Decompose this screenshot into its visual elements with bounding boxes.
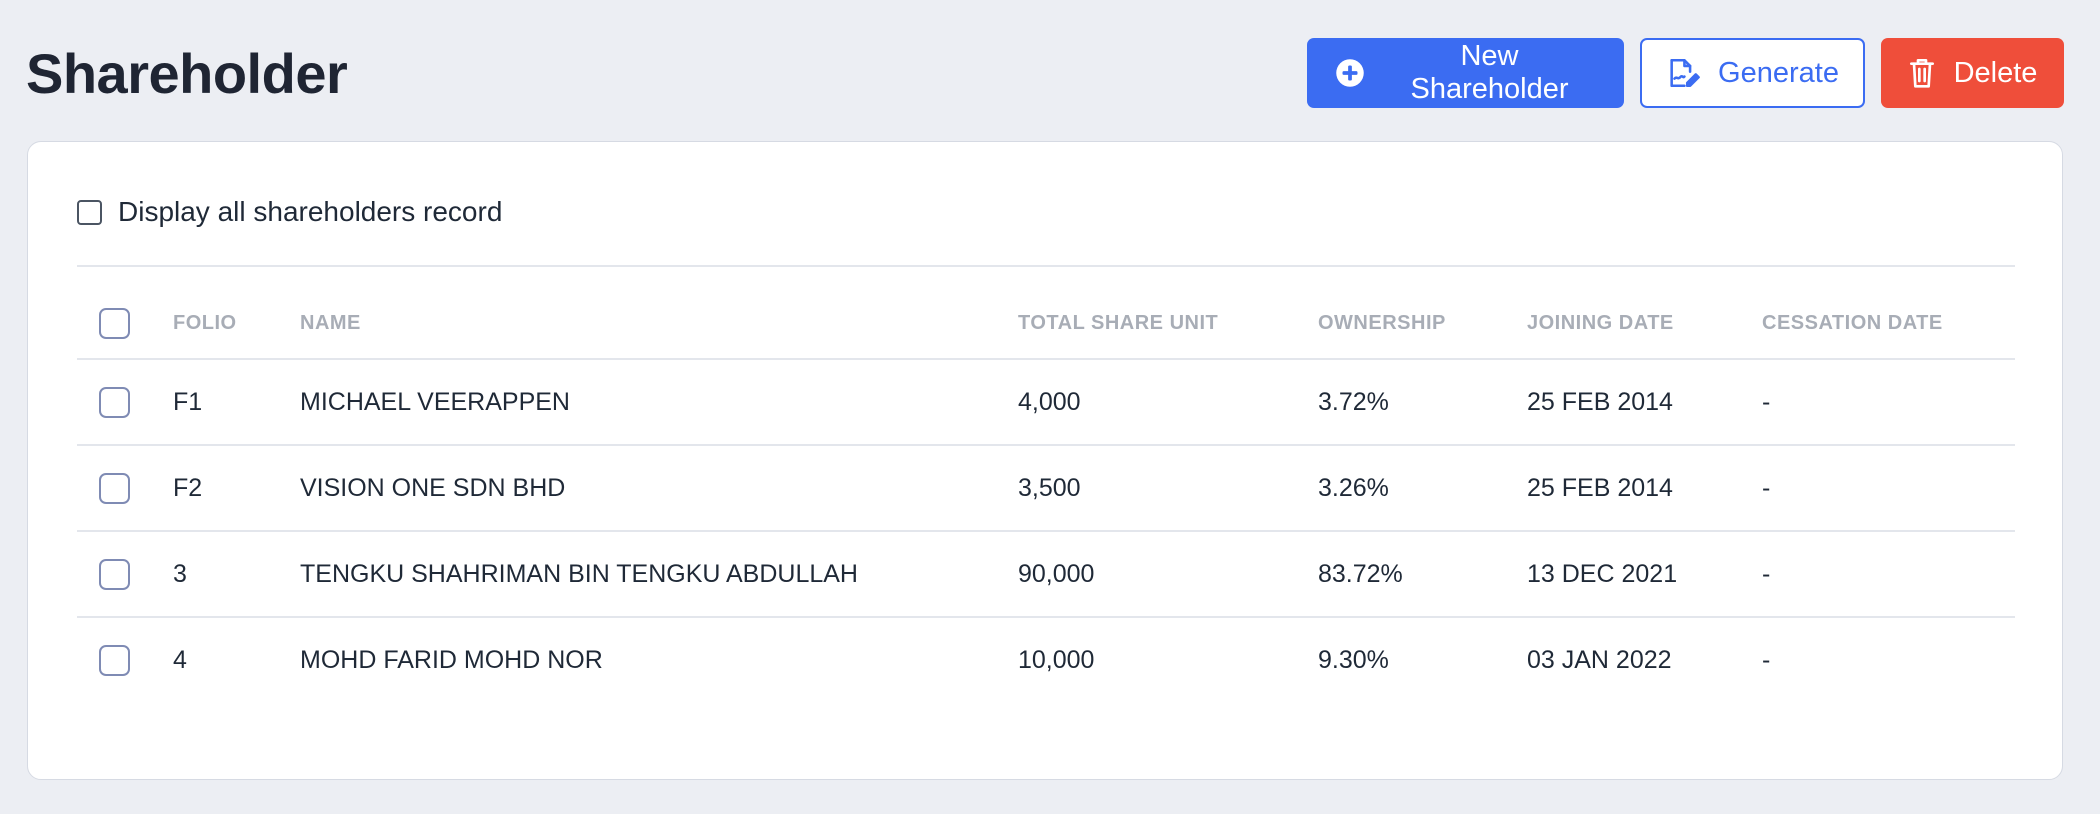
name-cell: TENGKU SHAHRIMAN BIN TENGKU ABDULLAH bbox=[300, 531, 1018, 618]
row-checkbox[interactable] bbox=[99, 386, 130, 418]
display-all-checkbox[interactable] bbox=[77, 199, 102, 225]
folio-cell: 4 bbox=[173, 646, 187, 674]
trash-icon bbox=[1908, 57, 1936, 89]
generate-button[interactable]: Generate bbox=[1640, 38, 1865, 108]
generate-label: Generate bbox=[1718, 56, 1839, 89]
joining-date-cell: 25 FEB 2014 bbox=[1527, 445, 1762, 532]
row-select-cell bbox=[77, 531, 173, 618]
document-edit-icon bbox=[1666, 56, 1700, 90]
ownership-cell: 9.30% bbox=[1318, 646, 1389, 674]
column-header-cessation-date[interactable]: CESSATION DATE bbox=[1762, 267, 2015, 360]
page-title: Shareholder bbox=[26, 42, 348, 105]
joining-date-cell: 03 JAN 2022 bbox=[1527, 646, 1672, 674]
ownership-cell: 3.26% bbox=[1318, 445, 1527, 532]
total-share-unit-cell: 90,000 bbox=[1018, 531, 1318, 618]
joining-date-cell: 13 DEC 2021 bbox=[1527, 531, 1762, 618]
column-header-ownership[interactable]: OWNERSHIP bbox=[1318, 267, 1527, 360]
folio-cell: F2 bbox=[173, 445, 300, 532]
table-header-row: FOLIO NAME TOTAL SHARE UNIT OWNERSHIP JO… bbox=[77, 267, 2015, 360]
select-all-cell bbox=[77, 267, 173, 360]
total-share-unit-cell: 3,500 bbox=[1018, 445, 1318, 532]
column-header-joining-date[interactable]: JOINING DATE bbox=[1527, 267, 1762, 360]
row-select-cell bbox=[77, 359, 173, 446]
name-cell: VISION ONE SDN BHD bbox=[300, 445, 1018, 532]
shareholder-card: Display all shareholders record FOLIO NA… bbox=[27, 141, 2063, 780]
display-all-toggle[interactable]: Display all shareholders record bbox=[77, 196, 502, 228]
cessation-date-cell: - bbox=[1762, 445, 2015, 532]
row-checkbox[interactable] bbox=[99, 645, 130, 676]
row-checkbox[interactable] bbox=[99, 472, 130, 504]
display-all-label: Display all shareholders record bbox=[118, 196, 503, 227]
delete-button[interactable]: Delete bbox=[1881, 38, 2064, 108]
toolbar: New Shareholder Generate Delete bbox=[1307, 38, 2064, 108]
shareholder-page: Shareholder New Shareholder Generate Del… bbox=[0, 0, 2100, 814]
cessation-date-cell: - bbox=[1762, 531, 2015, 618]
new-shareholder-button[interactable]: New Shareholder bbox=[1307, 38, 1624, 108]
shareholder-table: FOLIO NAME TOTAL SHARE UNIT OWNERSHIP JO… bbox=[77, 267, 2015, 703]
table-row[interactable]: 4 MOHD FARID MOHD NOR 10,000 9.30% 03 JA… bbox=[77, 617, 2015, 703]
row-select-cell bbox=[77, 445, 173, 532]
row-checkbox[interactable] bbox=[99, 558, 130, 590]
table-row[interactable]: 3 TENGKU SHAHRIMAN BIN TENGKU ABDULLAH 9… bbox=[77, 531, 2015, 618]
plus-circle-icon bbox=[1335, 58, 1365, 88]
total-share-unit-cell: 10,000 bbox=[1018, 646, 1095, 674]
folio-cell: 3 bbox=[173, 531, 300, 618]
new-shareholder-label: New Shareholder bbox=[1410, 40, 1569, 105]
table-row[interactable]: F1 MICHAEL VEERAPPEN 4,000 3.72% 25 FEB … bbox=[77, 359, 2015, 446]
select-all-checkbox[interactable] bbox=[99, 308, 130, 339]
column-header-folio[interactable]: FOLIO bbox=[173, 267, 300, 360]
cessation-date-cell: - bbox=[1762, 646, 1771, 674]
column-header-name[interactable]: NAME bbox=[300, 267, 1018, 360]
delete-label: Delete bbox=[1953, 56, 2038, 89]
row-select-cell bbox=[77, 617, 173, 703]
ownership-cell: 83.72% bbox=[1318, 531, 1527, 618]
name-cell: MOHD FARID MOHD NOR bbox=[300, 646, 603, 674]
total-share-unit-cell: 4,000 bbox=[1018, 359, 1318, 446]
ownership-cell: 3.72% bbox=[1318, 359, 1527, 446]
name-cell: MICHAEL VEERAPPEN bbox=[300, 359, 1018, 446]
folio-cell: F1 bbox=[173, 359, 300, 446]
joining-date-cell: 25 FEB 2014 bbox=[1527, 359, 1762, 446]
table-row[interactable]: F2 VISION ONE SDN BHD 3,500 3.26% 25 FEB… bbox=[77, 445, 2015, 532]
column-header-total-share-unit[interactable]: TOTAL SHARE UNIT bbox=[1018, 267, 1318, 360]
cessation-date-cell: - bbox=[1762, 359, 2015, 446]
